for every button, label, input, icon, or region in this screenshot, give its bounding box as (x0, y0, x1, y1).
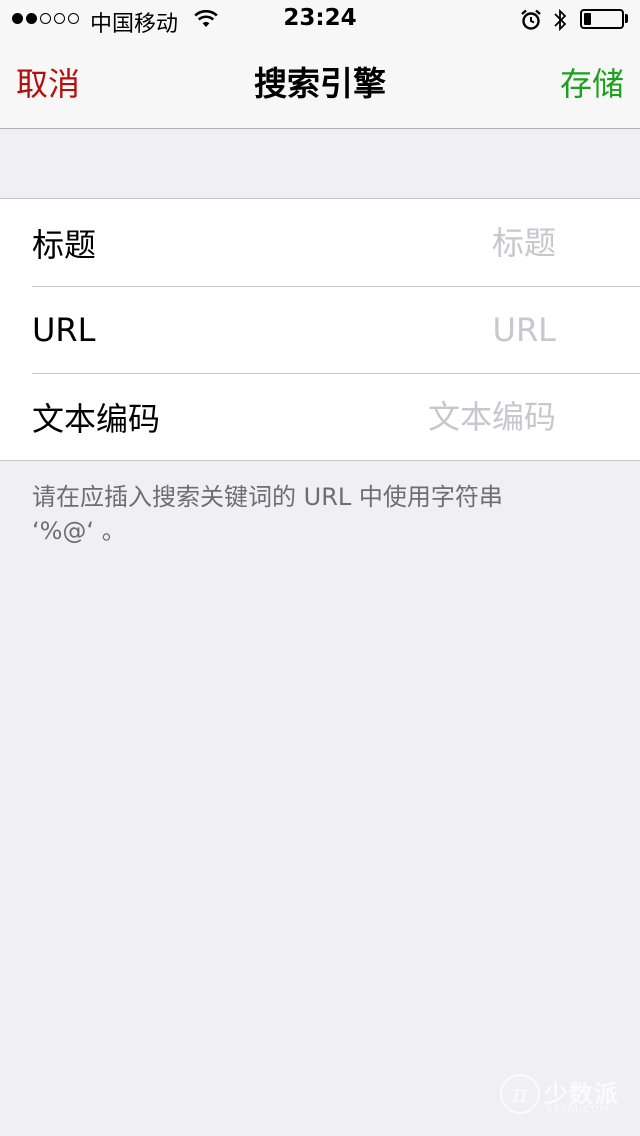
url-help-text: 请在应插入搜索关键词的 URL 中使用字符串 ‘%@‘ 。 (32, 480, 592, 548)
title-label: 标题 (32, 225, 97, 264)
title-row[interactable]: 标题 (0, 199, 640, 286)
top-bar: 中国移动 23:24 取消 搜索引擎 存储 (0, 0, 640, 129)
alarm-icon (520, 9, 542, 37)
pi-logo-icon: π (500, 1074, 540, 1114)
title-input[interactable] (196, 223, 556, 262)
encoding-row[interactable]: 文本编码 (0, 373, 640, 460)
url-label: URL (32, 310, 96, 349)
save-button[interactable]: 存储 (560, 62, 624, 106)
cancel-button[interactable]: 取消 (16, 62, 80, 106)
watermark-logo: π 少数派 SSPAI.COM (500, 1074, 624, 1122)
status-bar: 中国移动 23:24 (0, 0, 640, 40)
status-time: 23:24 (283, 5, 357, 31)
watermark-domain: SSPAI.COM (546, 1104, 610, 1115)
search-engine-form: 标题 URL 文本编码 (0, 198, 640, 461)
battery-level (584, 13, 591, 25)
encoding-input[interactable] (196, 397, 556, 436)
url-row[interactable]: URL (0, 286, 640, 373)
encoding-label: 文本编码 (32, 399, 161, 438)
help-text-line: ‘%@‘ 。 (32, 517, 126, 545)
page-title: 搜索引擎 (254, 64, 386, 103)
url-input[interactable] (196, 310, 556, 349)
battery-tip (625, 14, 628, 23)
battery-icon (580, 9, 624, 29)
bluetooth-icon (552, 7, 568, 39)
help-text-line: 请在应插入搜索关键词的 URL 中使用字符串 (32, 483, 503, 511)
